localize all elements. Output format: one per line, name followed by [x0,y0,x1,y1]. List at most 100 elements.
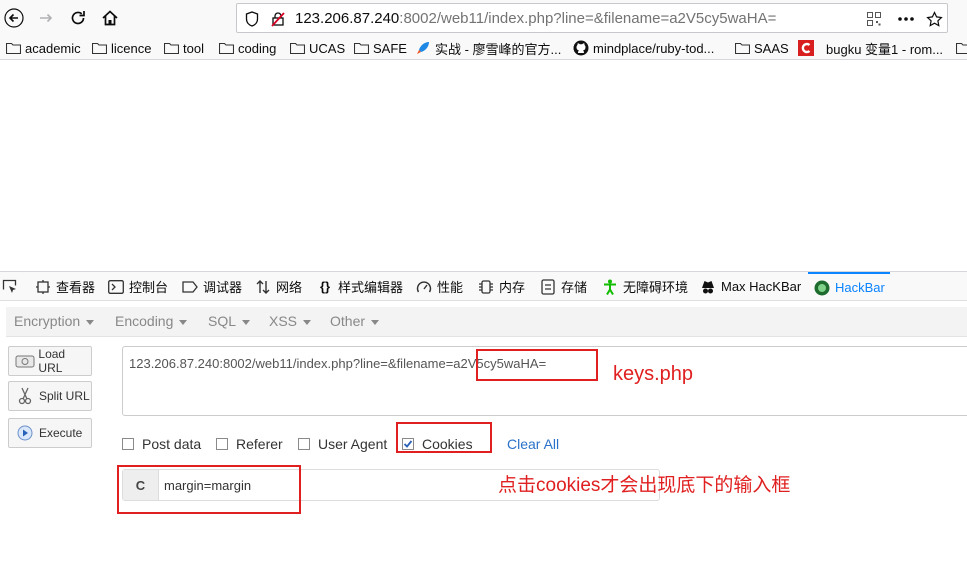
back-button[interactable] [0,4,28,32]
bookmark-coding[interactable]: coding [218,39,276,57]
url-path: :8002/web11/index.php?line=&filename=a2V… [399,10,777,27]
bookmark-label: tool [183,40,204,56]
split-url-label: Split URL [39,389,90,403]
hackbar-menu-bar: Encryption Encoding SQL XSS Other [6,307,967,337]
folder-icon [955,41,967,55]
clear-all-link[interactable]: Clear All [507,434,559,454]
post-data-option[interactable]: Post data [122,434,201,454]
menu-encoding[interactable]: Encoding [115,313,188,329]
forward-button[interactable] [32,4,60,32]
bookmark-label: bugku 变量1 - rom... [826,41,944,57]
bookmark-overflow[interactable] [955,39,967,57]
picker-icon [2,279,18,295]
tab-hackbar[interactable]: HackBar [808,272,890,301]
storage-icon [540,278,556,295]
devtools-toolbar: 查看器 控制台 调试器 网络 {} 样式编辑器 性能 内存 存储 无障碍环境 Ma… [0,271,967,301]
referer-label: Referer [236,436,283,452]
tab-inspector[interactable]: 查看器 [35,272,95,301]
user-agent-label: User Agent [318,436,388,452]
folder-icon [5,41,21,55]
spy-hat-icon [700,279,716,295]
address-bar[interactable]: 123.206.87.240:8002/web11/index.php?line… [236,3,948,33]
insecure-lock-icon[interactable] [269,10,287,28]
tab-accessibility[interactable]: 无障碍环境 [602,272,688,301]
console-icon [108,279,124,295]
c-brand-icon [797,40,814,56]
shield-icon[interactable] [243,10,261,28]
folder-icon [163,41,179,55]
bookmarks-toolbar: academic licence tool coding UCAS SAFE 实… [0,36,967,60]
arrow-right-icon [40,13,53,23]
network-arrows-icon [255,279,271,295]
tab-max-hackbar[interactable]: Max HacKBar [700,272,801,301]
rocket-icon [415,41,431,55]
home-button[interactable] [96,4,124,32]
bookmark-bugku[interactable]: bugku 变量1 - rom... [797,39,943,57]
bookmark-label: licence [111,40,152,56]
referer-checkbox[interactable] [216,438,228,450]
reload-button[interactable] [64,4,92,32]
tab-label: 网络 [276,280,303,295]
tab-performance[interactable]: 性能 [416,272,463,301]
user-agent-option[interactable]: User Agent [298,434,387,454]
tab-style-editor[interactable]: {} 样式编辑器 [317,272,403,301]
tab-label: 查看器 [56,280,96,295]
tab-label: 性能 [437,280,464,295]
keys-annotation: keys.php [613,363,694,385]
menu-label: Encryption [14,313,81,329]
menu-encryption[interactable]: Encryption [14,313,95,329]
menu-label: Other [330,313,366,329]
menu-other[interactable]: Other [330,313,380,329]
load-url-button[interactable]: Load URL [8,346,92,376]
tab-label: 调试器 [203,280,243,295]
load-url-label: Load URL [38,347,66,375]
folder-icon [734,41,750,55]
qr-code-icon[interactable] [865,10,883,28]
tab-label: Max HacKBar [721,279,802,294]
bookmark-label: academic [25,40,81,56]
menu-sql[interactable]: SQL [208,313,251,329]
execute-button[interactable]: Execute [8,418,92,448]
filename-highlight-box [476,349,598,381]
folder-icon [218,41,234,55]
bookmark-liaoxuefeng[interactable]: 实战 - 廖雪峰的官方... [415,39,561,57]
post-data-checkbox[interactable] [122,438,134,450]
bookmark-safe[interactable]: SAFE [353,39,407,57]
folder-icon [289,41,305,55]
tab-label: 无障碍环境 [623,280,689,295]
user-agent-checkbox[interactable] [298,438,310,450]
tab-debugger[interactable]: 调试器 [182,272,242,301]
home-icon [102,10,118,26]
referer-option[interactable]: Referer [216,434,283,454]
bookmark-licence[interactable]: licence [91,39,151,57]
bookmark-label: SAAS [754,40,789,56]
split-url-button[interactable]: Split URL [8,381,92,411]
url-text[interactable]: 123.206.87.240:8002/web11/index.php?line… [295,10,776,27]
github-icon [573,40,589,56]
menu-xss[interactable]: XSS [269,313,312,329]
bookmark-github[interactable]: mindplace/ruby-tod... [573,39,714,57]
tab-memory[interactable]: 内存 [478,272,525,301]
bookmark-ucas[interactable]: UCAS [289,39,345,57]
bookmark-saas[interactable]: SAAS [734,39,789,57]
caret-down-icon [303,319,312,325]
caret-down-icon [179,319,188,325]
bookmark-tool[interactable]: tool [163,39,204,57]
more-actions-icon[interactable] [897,10,915,28]
inspector-icon [35,279,51,295]
navigation-toolbar: 123.206.87.240:8002/web11/index.php?line… [0,0,967,36]
star-bookmark-icon[interactable] [925,10,943,28]
tab-label: 内存 [499,280,526,295]
tab-network[interactable]: 网络 [255,272,302,301]
bookmark-academic[interactable]: academic [5,39,81,57]
folder-icon [353,41,369,55]
tab-storage[interactable]: 存储 [540,272,587,301]
accessibility-person-icon [602,279,618,295]
memory-chip-icon [478,279,494,295]
caret-down-icon [371,319,380,325]
caret-down-icon [242,319,251,325]
arrow-left-icon [4,8,24,28]
element-picker-button[interactable] [2,272,23,301]
execute-label: Execute [39,426,83,440]
tab-console[interactable]: 控制台 [108,272,168,301]
